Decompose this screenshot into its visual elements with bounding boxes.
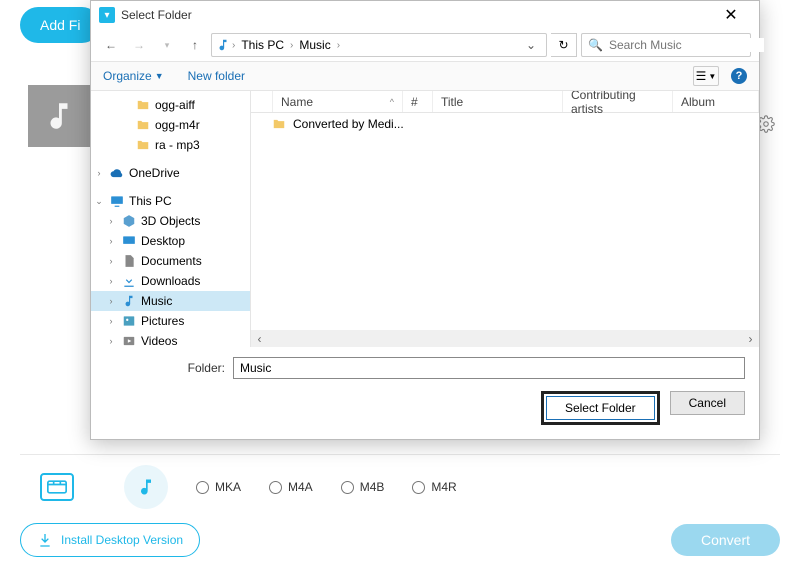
search-icon: 🔍	[588, 38, 603, 52]
horizontal-scrollbar[interactable]: ‹›	[251, 330, 759, 347]
organize-menu[interactable]: Organize ▼	[103, 69, 164, 83]
add-file-button[interactable]: Add Fi	[20, 7, 100, 43]
close-icon[interactable]: ✕	[711, 5, 751, 25]
folder-tree: ogg-aiff ogg-m4r ra - mp3 ›OneDrive ⌄Thi…	[91, 91, 251, 347]
tree-desktop[interactable]: ›Desktop	[91, 231, 250, 251]
format-m4a[interactable]: M4A	[269, 480, 313, 494]
tree-this-pc[interactable]: ⌄This PC	[91, 191, 250, 211]
install-desktop-button[interactable]: Install Desktop Version	[20, 523, 200, 557]
tree-item[interactable]: ogg-m4r	[91, 115, 250, 135]
folder-label: Folder:	[105, 361, 225, 375]
format-mka[interactable]: MKA	[196, 480, 241, 494]
select-folder-button[interactable]: Select Folder	[546, 396, 655, 420]
tree-pictures[interactable]: ›Pictures	[91, 311, 250, 331]
media-thumbnail	[28, 85, 90, 147]
col-name: Name^	[273, 91, 403, 112]
nav-up-icon[interactable]: ↑	[183, 33, 207, 57]
format-m4r[interactable]: M4R	[412, 480, 456, 494]
search-input[interactable]: 🔍	[581, 33, 751, 57]
breadcrumb[interactable]: › This PC › Music › ⌄	[211, 33, 547, 57]
help-icon[interactable]: ?	[731, 68, 747, 84]
format-m4b[interactable]: M4B	[341, 480, 385, 494]
tree-music[interactable]: ›Music	[91, 291, 250, 311]
col-title: Title	[433, 91, 563, 112]
cancel-button[interactable]: Cancel	[670, 391, 745, 415]
col-artists: Contributing artists	[563, 91, 673, 112]
audio-format-icon[interactable]	[124, 465, 168, 509]
tree-downloads[interactable]: ›Downloads	[91, 271, 250, 291]
tree-3d-objects[interactable]: ›3D Objects	[91, 211, 250, 231]
convert-button[interactable]: Convert	[671, 524, 780, 556]
app-icon: ▾	[99, 7, 115, 23]
new-folder-button[interactable]: New folder	[188, 69, 245, 83]
nav-back-icon[interactable]: ←	[99, 33, 123, 57]
col-number: #	[403, 91, 433, 112]
col-album: Album	[673, 91, 759, 112]
dialog-title: Select Folder	[121, 8, 711, 22]
nav-history-icon[interactable]: ▾	[155, 33, 179, 57]
refresh-icon[interactable]: ↻	[551, 33, 577, 57]
tree-documents[interactable]: ›Documents	[91, 251, 250, 271]
tree-item[interactable]: ogg-aiff	[91, 95, 250, 115]
select-folder-dialog: ▾ Select Folder ✕ ← → ▾ ↑ › This PC › Mu…	[90, 0, 760, 440]
view-options-icon[interactable]: ☰▼	[693, 66, 719, 86]
select-folder-highlight: Select Folder	[541, 391, 660, 425]
tree-onedrive[interactable]: ›OneDrive	[91, 163, 250, 183]
nav-forward-icon[interactable]: →	[127, 33, 151, 57]
list-item[interactable]: Converted by Medi...	[251, 113, 759, 135]
folder-name-input[interactable]	[233, 357, 745, 379]
format-options: MKA M4A M4B M4R	[196, 480, 457, 494]
tree-item[interactable]: ra - mp3	[91, 135, 250, 155]
breadcrumb-dropdown-icon[interactable]: ⌄	[520, 38, 542, 52]
video-format-icon[interactable]	[40, 473, 74, 501]
list-header[interactable]: Name^ # Title Contributing artists Album	[251, 91, 759, 113]
tree-videos[interactable]: ›Videos	[91, 331, 250, 347]
